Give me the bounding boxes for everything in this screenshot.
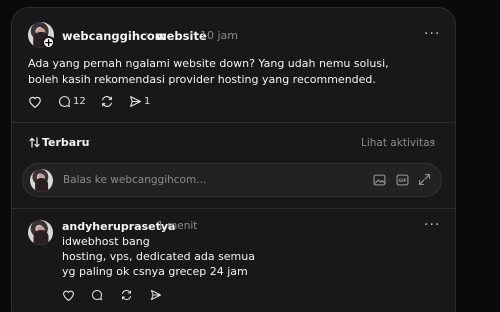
image-icon[interactable] bbox=[373, 174, 386, 186]
post-more-icon[interactable]: ··· bbox=[424, 26, 440, 42]
heart-icon[interactable] bbox=[62, 289, 75, 301]
reply-timestamp: 1 menit bbox=[157, 220, 198, 232]
comment-icon[interactable] bbox=[91, 289, 103, 301]
repost-icon[interactable] bbox=[100, 95, 114, 108]
send-icon[interactable] bbox=[150, 289, 162, 301]
share-count: 1 bbox=[144, 96, 151, 107]
svg-text:GIF: GIF bbox=[398, 178, 406, 184]
reply-input[interactable]: Balas ke webcanggihcom... bbox=[63, 174, 206, 186]
comment-icon[interactable] bbox=[58, 95, 71, 108]
reply-line: hosting, vps, dedicated ada semua bbox=[62, 250, 255, 263]
reply-count: 12 bbox=[73, 96, 86, 107]
chevron-right-icon: › bbox=[431, 135, 436, 148]
reply-more-icon[interactable]: ··· bbox=[424, 217, 440, 233]
reply-line: yg paling ok csnya grecep 24 jam bbox=[62, 265, 248, 278]
chevron-down-icon[interactable]: ⌵ bbox=[84, 136, 91, 146]
send-icon[interactable] bbox=[129, 95, 142, 108]
chevron-right-icon: › bbox=[145, 28, 150, 41]
post-timestamp: 10 jam bbox=[200, 29, 239, 42]
reply-author-avatar[interactable] bbox=[28, 220, 53, 245]
repost-icon[interactable] bbox=[120, 289, 133, 301]
current-user-avatar bbox=[30, 169, 53, 192]
reply-line: idwebhost bang bbox=[62, 235, 150, 248]
sort-dropdown-label[interactable]: Terbaru bbox=[42, 136, 89, 149]
heart-icon[interactable] bbox=[28, 95, 42, 108]
view-activity-link[interactable]: Lihat aktivitas bbox=[361, 137, 435, 149]
expand-icon[interactable] bbox=[418, 173, 431, 186]
post-body: Ada yang pernah ngalami website down? Ya… bbox=[28, 57, 389, 86]
section-divider bbox=[12, 208, 455, 209]
post-author-username[interactable]: webcanggihcom bbox=[62, 29, 167, 43]
gif-icon[interactable]: GIF bbox=[396, 174, 409, 186]
section-divider bbox=[12, 122, 455, 123]
sort-arrows-icon[interactable] bbox=[29, 137, 41, 148]
follow-plus-icon[interactable]: + bbox=[42, 36, 55, 49]
